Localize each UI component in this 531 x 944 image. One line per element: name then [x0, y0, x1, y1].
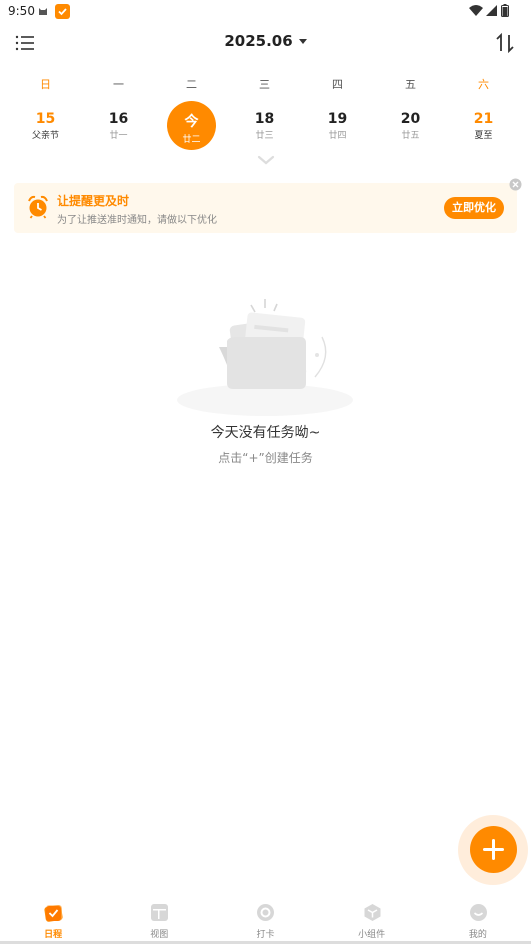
weekday-label: 五: [405, 78, 416, 91]
weekday-label: 六: [478, 78, 489, 91]
date-number: 15: [35, 111, 56, 127]
lunar-date: 廿四: [328, 131, 347, 141]
date-cell[interactable]: 18 廿三: [228, 100, 301, 154]
date-number: 16: [108, 111, 129, 127]
nav-item-checkin[interactable]: 打卡: [212, 894, 318, 944]
reminder-banner: 让提醒更及时 为了让推送准时通知，请做以下优化 立即优化: [14, 183, 517, 233]
profile-smile-icon: [469, 904, 487, 921]
date-cell-today[interactable]: 今 廿二: [155, 100, 228, 154]
date-number: 21: [473, 111, 494, 127]
weekday-label: 二: [186, 78, 197, 91]
nav-item-schedule[interactable]: 日程: [0, 894, 106, 944]
weekday-label: 一: [113, 78, 124, 91]
nav-item-view[interactable]: 视图: [106, 894, 212, 944]
nav-label: 小组件: [358, 930, 386, 940]
weekday-label: 四: [332, 78, 343, 91]
date-cell[interactable]: 20 廿五: [374, 100, 447, 154]
add-task-button[interactable]: [470, 826, 517, 873]
date-number: 20: [400, 111, 421, 127]
banner-subtitle: 为了让推送准时通知，请做以下优化: [57, 215, 217, 226]
lunar-date: 夏至: [474, 131, 493, 141]
app-notification-icon: [55, 4, 70, 19]
nav-label: 日程: [44, 930, 63, 940]
lunar-date: 廿一: [109, 131, 128, 141]
schedule-icon: [44, 905, 63, 922]
battery-icon: [501, 4, 509, 17]
checkin-icon: [257, 904, 275, 921]
status-indicators: [469, 4, 509, 17]
month-selector[interactable]: 2025.06: [0, 32, 531, 50]
lunar-date: 廿五: [401, 131, 420, 141]
empty-folder-illustration: [177, 299, 353, 416]
empty-state-subtitle: 点击“+”创建任务: [218, 451, 313, 465]
status-bar: 9:50: [0, 0, 531, 24]
app-header: 2025.06: [0, 28, 531, 60]
wifi-icon: [469, 4, 483, 16]
caret-down-icon: [298, 39, 307, 44]
weekday-label: 日: [40, 78, 51, 91]
chevron-down-icon[interactable]: [257, 155, 275, 165]
nav-item-widgets[interactable]: 小组件: [319, 894, 425, 944]
plus-icon-vertical: [492, 839, 495, 860]
optimize-now-button[interactable]: 立即优化: [444, 197, 504, 219]
lunar-date: 廿二: [182, 135, 201, 145]
nav-item-profile[interactable]: 我的: [425, 894, 531, 944]
nav-label: 打卡: [256, 930, 275, 940]
date-number: 18: [254, 111, 275, 127]
date-cell[interactable]: 19 廿四: [301, 100, 374, 154]
sort-icon[interactable]: [495, 32, 515, 54]
weekday-label: 三: [259, 78, 270, 91]
weekday-row: 日 一 二 三 四 五 六: [0, 76, 531, 92]
empty-state-title: 今天没有任务呦~: [210, 425, 321, 441]
cat-notification-icon: [39, 8, 47, 15]
alarm-clock-icon: [28, 195, 48, 219]
status-time: 9:50: [8, 4, 35, 18]
week-dates: 15 父亲节 16 廿一 今 廿二 18 廿三 19 廿四 20 廿五 21 夏…: [0, 100, 531, 154]
date-cell[interactable]: 16 廿一: [82, 100, 155, 154]
lunar-date: 父亲节: [31, 131, 59, 141]
widget-cube-icon: [364, 904, 381, 921]
date-cell[interactable]: 15 父亲节: [9, 100, 82, 154]
date-number: 今: [184, 114, 199, 130]
close-icon[interactable]: [509, 178, 522, 191]
nav-label: 我的: [468, 930, 487, 940]
date-cell[interactable]: 21 夏至: [447, 100, 520, 154]
date-number: 19: [327, 111, 348, 127]
month-title: 2025.06: [224, 32, 293, 50]
nav-label: 视图: [150, 930, 169, 940]
bottom-nav: 日程 视图 打卡 小组件 我的: [0, 894, 531, 944]
view-layout-icon: [151, 904, 169, 921]
signal-icon: [486, 4, 497, 16]
banner-title: 让提醒更及时: [57, 194, 130, 208]
lunar-date: 廿三: [255, 131, 274, 141]
